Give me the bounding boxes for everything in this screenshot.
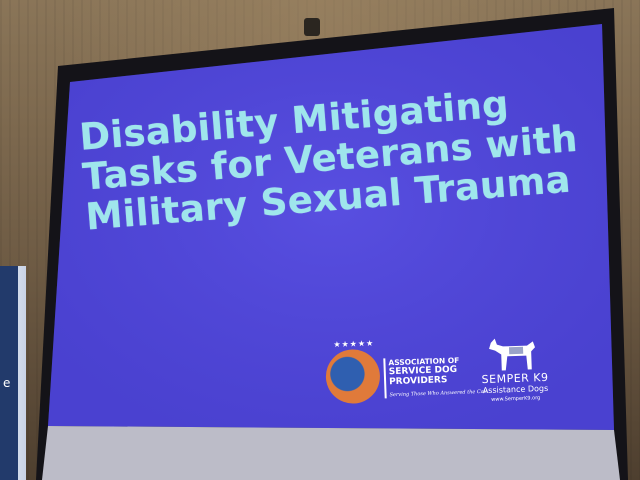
side-banner: e xyxy=(0,266,26,480)
asdp-line-3: PROVIDERS xyxy=(388,375,448,388)
logo-divider xyxy=(383,358,387,399)
banner-letter: e xyxy=(3,376,11,390)
semper-k9-logo: SEMPER K9 Assistance Dogs www.SemperK9.o… xyxy=(469,334,562,417)
semper-k9-subtitle: Assistance Dogs xyxy=(482,383,549,396)
semper-k9-url: www.SemperK9.org xyxy=(491,395,541,403)
asdp-emblem-icon xyxy=(324,348,381,405)
asdp-wordmark: ASSOCIATION OF SERVICE DOG PROVIDERS xyxy=(388,356,460,387)
banner-navy-stripe xyxy=(0,266,18,480)
dog-silhouette-icon xyxy=(489,338,536,371)
asdp-logo: ★★★★★ ASSOCIATION OF SERVICE DOG PROVIDE… xyxy=(324,336,487,421)
logo-stars: ★★★★★ xyxy=(333,338,375,350)
screen-lower-area xyxy=(42,426,620,480)
